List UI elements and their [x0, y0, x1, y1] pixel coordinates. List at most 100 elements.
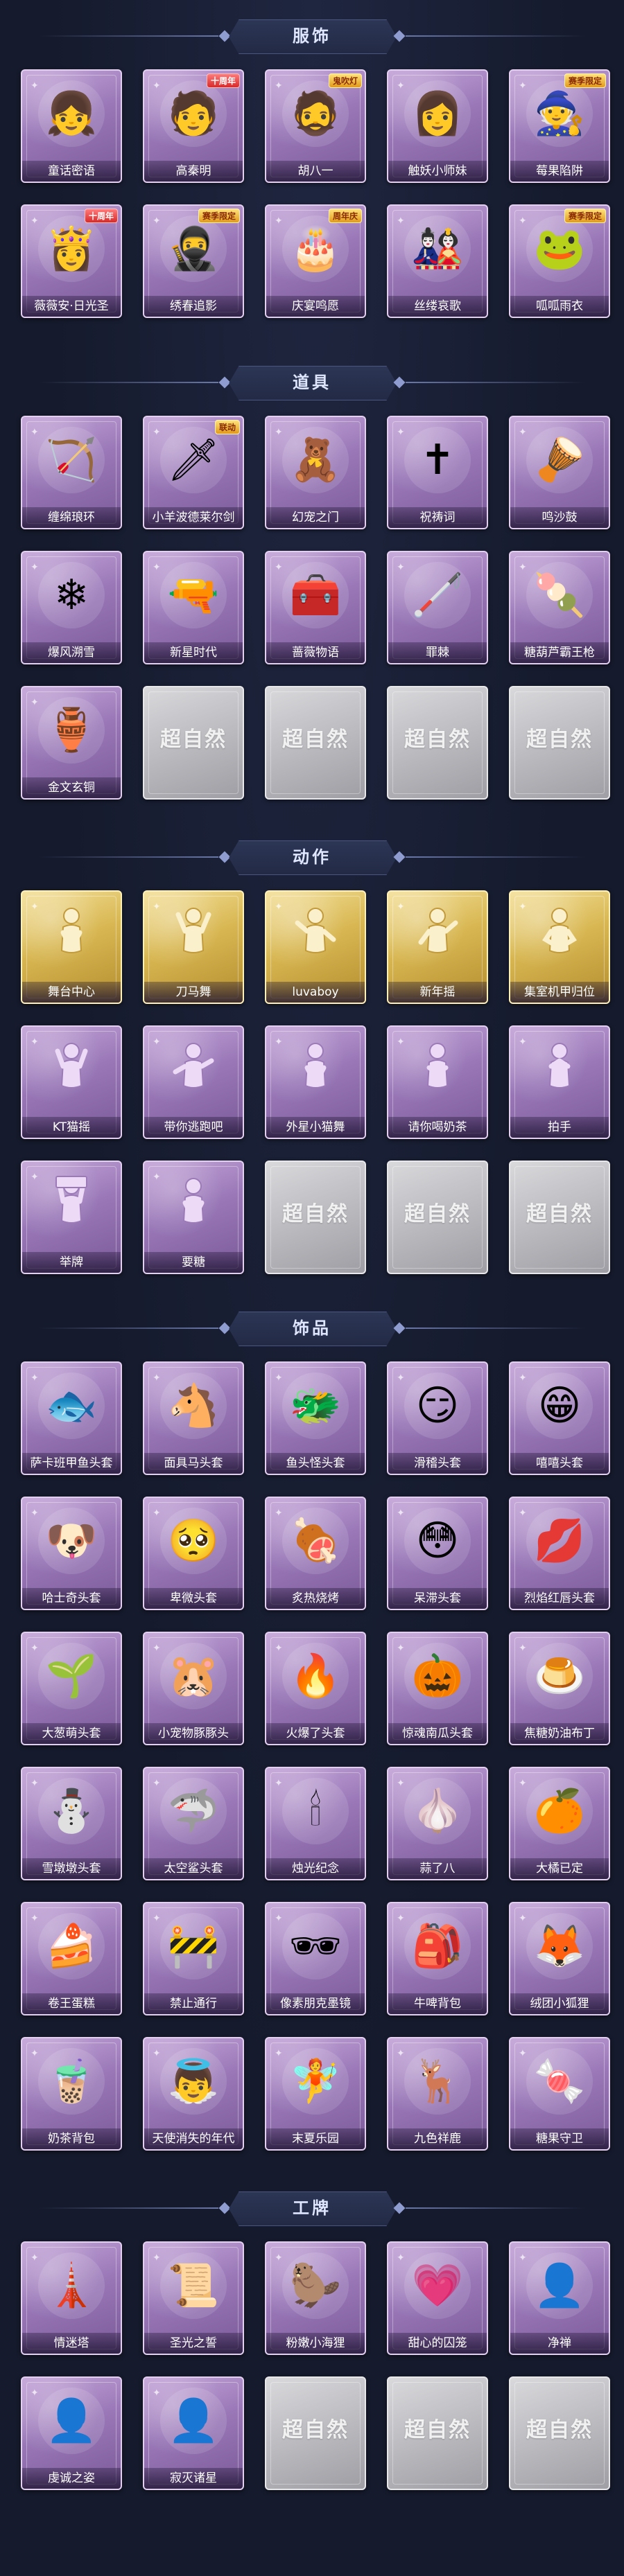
item-card[interactable]: 🧰 ✦ 蔷薇物语: [265, 551, 366, 664]
item-card[interactable]: 🎂 ✦ 周年庆 庆宴鸣愿: [265, 204, 366, 318]
item-card[interactable]: 🧋 ✦ 奶茶背包: [21, 2037, 122, 2151]
item-card[interactable]: 👸 ✦ 十周年 薇薇安·日光圣: [21, 204, 122, 318]
item-card[interactable]: 🦫 ✦ 粉嫩小海狸: [265, 2241, 366, 2355]
item-card[interactable]: 🧙 ✦ 赛季限定 莓果陷阱: [509, 69, 610, 183]
item-card[interactable]: 🪘 ✦ 鸣沙鼓: [509, 416, 610, 529]
item-card[interactable]: 💋 ✦ 烈焰红唇头套: [509, 1497, 610, 1610]
item-card[interactable]: 🧚 ✦ 末夏乐园: [265, 2037, 366, 2151]
item-card[interactable]: 🎃 ✦ 惊魂南瓜头套: [387, 1632, 488, 1745]
item-card[interactable]: 😳 ✦ 呆滞头套: [387, 1497, 488, 1610]
item-card[interactable]: 😁 ✦ 嘻嘻头套: [509, 1361, 610, 1475]
item-card[interactable]: 🏹 ✦ 缠绵琅环: [21, 416, 122, 529]
item-card[interactable]: 🥺 ✦ 卑微头套: [143, 1497, 244, 1610]
item-card[interactable]: ✦ 举牌: [21, 1161, 122, 1274]
item-card[interactable]: ✦ 外星小猫舞: [265, 1025, 366, 1139]
item-card[interactable]: 🍖 ✦ 炙热烧烤: [265, 1497, 366, 1610]
item-card[interactable]: 🍡 ✦ 糖葫芦霸王枪: [509, 551, 610, 664]
item-card[interactable]: 🐸 ✦ 赛季限定 呱呱雨衣: [509, 204, 610, 318]
item-card[interactable]: ✦ 要糖: [143, 1161, 244, 1274]
item-card[interactable]: 📜 ✦ 圣光之誓: [143, 2241, 244, 2355]
empty-slot-card[interactable]: 超自然: [265, 2376, 366, 2490]
item-card[interactable]: 🦌 ✦ 九色祥鹿: [387, 2037, 488, 2151]
empty-slot-card[interactable]: 超自然: [387, 1161, 488, 1274]
sparkle-icon: ✦: [397, 215, 405, 227]
item-card[interactable]: 🚧 ✦ 禁止通行: [143, 1902, 244, 2015]
item-card[interactable]: 🐟 ✦ 萨卡班甲鱼头套: [21, 1361, 122, 1475]
item-card[interactable]: 🦊 ✦ 绒团小狐狸: [509, 1902, 610, 2015]
item-card[interactable]: 🌱 ✦ 大葱萌头套: [21, 1632, 122, 1745]
empty-slot-card[interactable]: 超自然: [143, 686, 244, 800]
item-card[interactable]: 🍬 ✦ 糖果守卫: [509, 2037, 610, 2151]
item-card[interactable]: 👤 ✦ 净禅: [509, 2241, 610, 2355]
item-card[interactable]: 👧 ✦ 童话密语: [21, 69, 122, 183]
item-card[interactable]: 🕯 ✦ 烛光纪念: [265, 1767, 366, 1880]
item-label: 卷王蛋糕: [22, 1993, 121, 2014]
item-card[interactable]: ✝ ✦ 祝祷词: [387, 416, 488, 529]
item-card[interactable]: 🎒 ✦ 牛啤背包: [387, 1902, 488, 2015]
item-card[interactable]: 🧄 ✦ 蒜了八: [387, 1767, 488, 1880]
item-card[interactable]: ✦ luvaboy: [265, 890, 366, 1004]
item-card[interactable]: 👼 ✦ 天使消失的年代: [143, 2037, 244, 2151]
sparkle-icon: ✦: [519, 1643, 527, 1654]
milk-tea-icon: [426, 1043, 449, 1088]
sword-icon: 🗡: [160, 427, 227, 493]
clap-icon: [548, 1043, 571, 1088]
item-card[interactable]: 🎎 ✦ 丝缕哀歌: [387, 204, 488, 318]
item-label: 牛啤背包: [388, 1993, 487, 2014]
ask-candy-icon: [182, 1178, 205, 1224]
item-card[interactable]: ✦ 请你喝奶茶: [387, 1025, 488, 1139]
item-card[interactable]: ✦ KT猫摇: [21, 1025, 122, 1139]
empty-slot-card[interactable]: 超自然: [509, 1161, 610, 1274]
item-card[interactable]: 🗡 ✦ 联动 小羊波德莱尔剑: [143, 416, 244, 529]
item-card[interactable]: 🏺 ✦ 金文玄铜: [21, 686, 122, 800]
item-card[interactable]: 😏 ✦ 滑稽头套: [387, 1361, 488, 1475]
item-card[interactable]: 🔥 ✦ 火爆了头套: [265, 1632, 366, 1745]
item-card[interactable]: 🐴 ✦ 面具马头套: [143, 1361, 244, 1475]
sparkle-icon: ✦: [31, 697, 39, 708]
witch-hat-portrait: 🧙: [526, 80, 593, 147]
item-label: 哈士奇头套: [22, 1588, 121, 1609]
item-card[interactable]: 🧑 ✦ 十周年 高秦明: [143, 69, 244, 183]
item-card[interactable]: ✦ 新年摇: [387, 890, 488, 1004]
empty-slot-card[interactable]: 超自然: [387, 2376, 488, 2490]
item-card[interactable]: 🦯 ✦ 罪棘: [387, 551, 488, 664]
empty-slot-card[interactable]: 超自然: [509, 686, 610, 800]
pixel-sunglasses-icon: 🕶: [282, 1913, 349, 1979]
item-card[interactable]: 👤 ✦ 寂灭诸星: [143, 2376, 244, 2490]
cat-shake-icon: [55, 1043, 88, 1088]
sparkle-icon: ✦: [275, 215, 283, 227]
item-card[interactable]: ✦ 舞台中心: [21, 890, 122, 1004]
empty-slot-card[interactable]: 超自然: [509, 2376, 610, 2490]
item-card[interactable]: ✦ 集室机甲归位: [509, 890, 610, 1004]
item-card[interactable]: 👤 ✦ 虔诚之姿: [21, 2376, 122, 2490]
item-card[interactable]: 🧸 ✦ 幻宠之门: [265, 416, 366, 529]
section-title: 动作: [293, 847, 331, 867]
item-card[interactable]: 🥷 ✦ 赛季限定 绣春追影: [143, 204, 244, 318]
empty-watermark: 超自然: [282, 2418, 349, 2442]
item-card[interactable]: ❄ ✦ 爆风溯雪: [21, 551, 122, 664]
item-card[interactable]: ✦ 拍手: [509, 1025, 610, 1139]
empty-slot-card[interactable]: 超自然: [387, 686, 488, 800]
item-card[interactable]: 🍰 ✦ 卷王蛋糕: [21, 1902, 122, 2015]
item-card[interactable]: ⛄ ✦ 雪墩墩头套: [21, 1767, 122, 1880]
item-card[interactable]: 🧔 ✦ 鬼吹灯 胡八一: [265, 69, 366, 183]
item-card[interactable]: 🗼 ✦ 情迷塔: [21, 2241, 122, 2355]
sparkle-icon: ✦: [31, 1778, 39, 1789]
item-card[interactable]: 💗 ✦ 甜心的囚笼: [387, 2241, 488, 2355]
item-card[interactable]: 🍊 ✦ 大橘已定: [509, 1767, 610, 1880]
item-card[interactable]: 🍮 ✦ 焦糖奶油布丁: [509, 1632, 610, 1745]
item-card[interactable]: 🐲 ✦ 鱼头怪头套: [265, 1361, 366, 1475]
empty-slot-card[interactable]: 超自然: [265, 686, 366, 800]
item-card[interactable]: 🕶 ✦ 像素朋克墨镜: [265, 1902, 366, 2015]
sparkle-icon: ✦: [397, 1508, 405, 1519]
item-card[interactable]: 🐶 ✦ 哈士奇头套: [21, 1497, 122, 1610]
empty-slot-card[interactable]: 超自然: [265, 1161, 366, 1274]
item-card[interactable]: 🔫 ✦ 新星时代: [143, 551, 244, 664]
item-card[interactable]: 🦈 ✦ 太空鲨头套: [143, 1767, 244, 1880]
item-card[interactable]: ✦ 带你逃跑吧: [143, 1025, 244, 1139]
backpack-icon: 🎒: [404, 1913, 471, 1979]
item-card[interactable]: 👩 ✦ 触妖小师妹: [387, 69, 488, 183]
section-title: 道具: [293, 373, 331, 392]
item-card[interactable]: ✦ 刀马舞: [143, 890, 244, 1004]
item-card[interactable]: 🐹 ✦ 小宠物豚豚头: [143, 1632, 244, 1745]
